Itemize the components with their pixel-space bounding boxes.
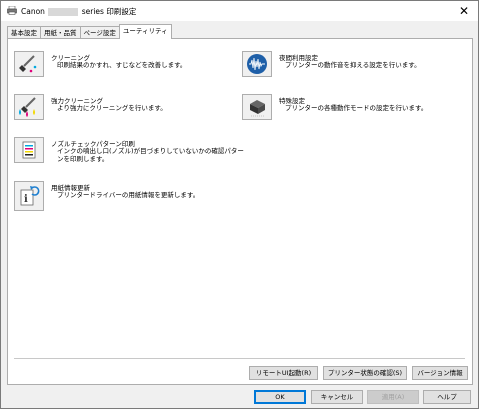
nozzle-check-button[interactable] <box>14 137 44 163</box>
deep-cleaning-item: 強力クリーニング より強力にクリーニングを行います。 <box>14 94 214 122</box>
nozzle-check-description: インクの噴出し口(ノズル)が目づまりしていないかの確認パター ンを印刷します。 <box>57 147 244 163</box>
printer-status-button[interactable]: プリンター状態の確認(S) <box>323 366 407 380</box>
quiet-mode-icon <box>247 54 267 74</box>
utilities-panel: クリーニング 印刷結果のかすれ、すじなどを改善します。 強力クリーニング より強… <box>7 38 473 385</box>
close-button[interactable]: ✕ <box>456 3 472 19</box>
printer-app-icon <box>7 6 17 15</box>
quiet-mode-item: 夜間利用設定 プリンターの動作音を抑える設定を行います。 <box>242 51 462 79</box>
media-info-update-button[interactable]: i <box>14 181 44 211</box>
quiet-mode-description: プリンターの動作音を抑える設定を行います。 <box>285 61 421 69</box>
panel-separator <box>14 358 465 359</box>
window-title: Canon series 印刷設定 <box>21 6 136 17</box>
ok-button[interactable]: OK <box>254 390 306 404</box>
media-info-update-item: i 用紙情報更新 プリンタードライバーの用紙情報を更新します。 <box>14 181 214 211</box>
media-info-update-icon: i <box>20 186 40 206</box>
remote-ui-button[interactable]: リモートUI起動(R) <box>249 366 318 380</box>
print-settings-dialog: Canon series 印刷設定 ✕ 基本設定 用紙・品質 ページ設定 ユーテ… <box>0 0 479 409</box>
window-title-suffix: series 印刷設定 <box>81 7 137 16</box>
nozzle-check-description-line2: ンを印刷します。 <box>57 155 109 163</box>
nozzle-check-item: ノズルチェックパターン印刷 インクの噴出し口(ノズル)が目づまりしていないかの確… <box>14 137 244 167</box>
custom-settings-item: 特殊設定 プリンターの各種動作モードの設定を行います。 <box>242 94 462 122</box>
nozzle-check-description-line1: インクの噴出し口(ノズル)が目づまりしていないかの確認パター <box>57 147 244 155</box>
media-info-update-description: プリンタードライバーの用紙情報を更新します。 <box>57 191 200 199</box>
cleaning-icon <box>19 55 37 73</box>
apply-button[interactable]: 適用(A) <box>367 390 419 404</box>
tab-utilities[interactable]: ユーティリティ <box>118 24 172 39</box>
window-title-prefix: Canon <box>21 7 45 16</box>
deep-cleaning-icon <box>19 97 36 117</box>
cleaning-item: クリーニング 印刷結果のかすれ、すじなどを改善します。 <box>14 51 214 79</box>
custom-settings-description: プリンターの各種動作モードの設定を行います。 <box>285 104 428 112</box>
version-info-button[interactable]: バージョン情報 <box>412 366 468 380</box>
nozzle-check-icon <box>22 141 36 159</box>
title-bar: Canon series 印刷設定 ✕ <box>1 1 478 21</box>
svg-text:i: i <box>24 194 28 205</box>
quiet-mode-button[interactable] <box>242 51 272 77</box>
custom-settings-button[interactable] <box>242 94 272 120</box>
deep-cleaning-button[interactable] <box>14 94 44 120</box>
redacted-model-name <box>48 8 79 16</box>
cleaning-description: 印刷結果のかすれ、すじなどを改善します。 <box>57 61 187 69</box>
cancel-button[interactable]: キャンセル <box>311 390 363 404</box>
tab-strip: 基本設定 用紙・品質 ページ設定 ユーティリティ <box>7 24 172 39</box>
cleaning-button[interactable] <box>14 51 44 77</box>
help-button[interactable]: ヘルプ <box>423 390 471 404</box>
deep-cleaning-description: より強力にクリーニングを行います。 <box>57 104 167 112</box>
custom-settings-icon <box>250 100 265 117</box>
